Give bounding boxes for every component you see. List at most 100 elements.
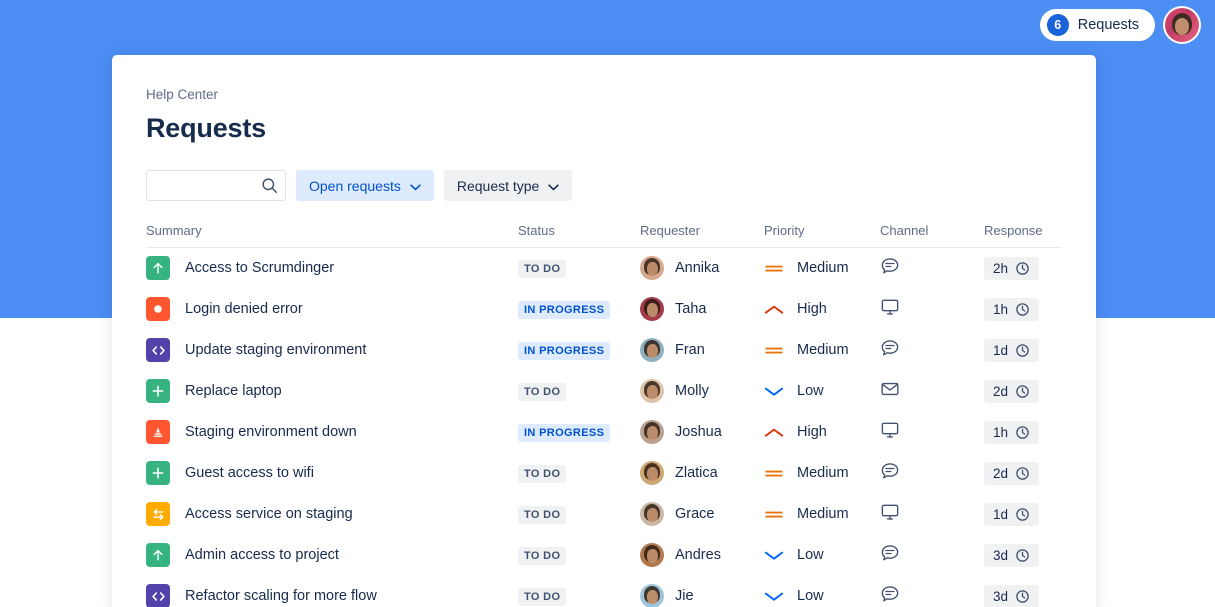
response-time: 1h (993, 301, 1009, 317)
cell-priority: Medium (764, 330, 880, 371)
response-time: 2d (993, 465, 1009, 481)
cell-summary[interactable]: Guest access to wifi (146, 453, 518, 494)
status-badge: IN PROGRESS (518, 300, 611, 319)
table-row[interactable]: Update staging environment IN PROGRESS Fra… (146, 330, 1062, 371)
summary-link[interactable]: Refactor scaling for more flow (185, 588, 377, 604)
search-box[interactable] (146, 170, 286, 201)
column-header-response[interactable]: Response (984, 223, 1062, 248)
cell-summary[interactable]: Refactor scaling for more flow (146, 576, 518, 607)
cell-response: 3d (984, 535, 1062, 576)
column-header-channel[interactable]: Channel (880, 223, 984, 248)
clock-icon (1016, 343, 1029, 357)
requester-avatar (640, 379, 664, 403)
summary-link[interactable]: Update staging environment (185, 342, 366, 358)
avatar[interactable] (1163, 6, 1201, 44)
cell-priority: Medium (764, 248, 880, 289)
medium-priority-icon (765, 470, 783, 477)
request-type-filter[interactable]: Request type (443, 170, 573, 201)
cell-status: TO DO (518, 453, 640, 494)
cell-channel (880, 371, 984, 412)
summary-link[interactable]: Staging environment down (185, 424, 357, 440)
requester-name: Joshua (675, 424, 722, 440)
plus-icon (146, 461, 170, 485)
response-pill: 1d (984, 338, 1040, 362)
response-pill: 1h (984, 420, 1040, 444)
cell-summary[interactable]: Replace laptop (146, 371, 518, 412)
priority-label: High (797, 424, 827, 440)
priority-label: Low (797, 383, 824, 399)
cell-priority: Low (764, 535, 880, 576)
priority-label: Medium (797, 260, 849, 277)
cell-requester: Fran (640, 330, 764, 371)
cell-requester: Annika (640, 248, 764, 289)
medium-priority-icon (765, 347, 783, 354)
clock-icon (1016, 425, 1029, 439)
table-row[interactable]: Admin access to project TO DO Andres Low 3d (146, 535, 1062, 576)
email-icon (881, 382, 899, 395)
table-header-row: Summary Status Requester Priority Channe… (146, 223, 1062, 248)
priority-label: Low (797, 588, 824, 604)
response-pill: 2d (984, 461, 1040, 485)
column-header-priority[interactable]: Priority (764, 223, 880, 248)
table-row[interactable]: Refactor scaling for more flow TO DO Jie Lo… (146, 576, 1062, 607)
cell-summary[interactable]: Access to Scrumdinger (146, 248, 518, 289)
cell-summary[interactable]: Staging environment down (146, 412, 518, 453)
column-header-summary[interactable]: Summary (146, 223, 518, 248)
requester-name: Grace (675, 506, 715, 522)
summary-link[interactable]: Access to Scrumdinger (185, 260, 334, 276)
filter-bar: Open requests Request type (146, 170, 1062, 201)
chat-icon (881, 462, 899, 478)
table-head: Summary Status Requester Priority Channe… (146, 223, 1062, 248)
cell-priority: Medium (764, 494, 880, 535)
chevron-down-icon (410, 178, 421, 194)
table-row[interactable]: Access to Scrumdinger TO DO Annika Medium 2h (146, 248, 1062, 289)
cell-status: TO DO (518, 576, 640, 607)
clock-icon (1016, 466, 1029, 480)
summary-link[interactable]: Guest access to wifi (185, 465, 314, 481)
table-row[interactable]: Login denied error IN PROGRESS Taha High 1h (146, 289, 1062, 330)
open-requests-filter[interactable]: Open requests (296, 170, 434, 201)
table-row[interactable]: Access service on staging TO DO Grace Mediu… (146, 494, 1062, 535)
cell-response: 1h (984, 289, 1062, 330)
table-row[interactable]: Staging environment down IN PROGRESS Joshu… (146, 412, 1062, 453)
cell-summary[interactable]: Login denied error (146, 289, 518, 330)
cell-response: 1d (984, 494, 1062, 535)
cell-channel (880, 453, 984, 494)
column-header-requester[interactable]: Requester (640, 223, 764, 248)
summary-link[interactable]: Login denied error (185, 301, 303, 317)
clock-icon (1016, 548, 1029, 562)
cell-summary[interactable]: Admin access to project (146, 535, 518, 576)
low-priority-icon (764, 592, 784, 601)
requests-chip-label: Requests (1077, 17, 1139, 33)
requests-table: Summary Status Requester Priority Channe… (146, 223, 1062, 607)
cell-summary[interactable]: Access service on staging (146, 494, 518, 535)
table-row[interactable]: Replace laptop TO DO Molly Low 2d (146, 371, 1062, 412)
page-title: Requests (146, 113, 266, 143)
summary-link[interactable]: Replace laptop (185, 383, 282, 399)
cell-response: 2d (984, 371, 1062, 412)
swap-icon (146, 502, 170, 526)
cell-summary[interactable]: Update staging environment (146, 330, 518, 371)
arrow-up-icon (146, 543, 170, 567)
summary-link[interactable]: Access service on staging (185, 506, 353, 522)
table-row[interactable]: Guest access to wifi TO DO Zlatica Medium 2d (146, 453, 1062, 494)
chat-icon (881, 585, 899, 601)
clock-icon (1016, 507, 1029, 521)
topbar: 6 Requests (1039, 6, 1201, 44)
plus-icon (146, 379, 170, 403)
high-priority-icon (764, 305, 784, 314)
cell-requester: Jie (640, 576, 764, 607)
cell-requester: Molly (640, 371, 764, 412)
column-header-status[interactable]: Status (518, 223, 640, 248)
cell-priority: Low (764, 576, 880, 607)
cell-priority: Low (764, 371, 880, 412)
requester-avatar (640, 297, 664, 321)
requests-chip[interactable]: 6 Requests (1039, 9, 1155, 41)
requester-avatar (640, 461, 664, 485)
requester-name: Andres (675, 547, 721, 563)
arrow-up-icon (146, 256, 170, 281)
cell-requester: Grace (640, 494, 764, 535)
breadcrumb[interactable]: Help Center (146, 87, 1062, 102)
summary-link[interactable]: Admin access to project (185, 547, 339, 563)
status-badge: TO DO (518, 464, 567, 483)
